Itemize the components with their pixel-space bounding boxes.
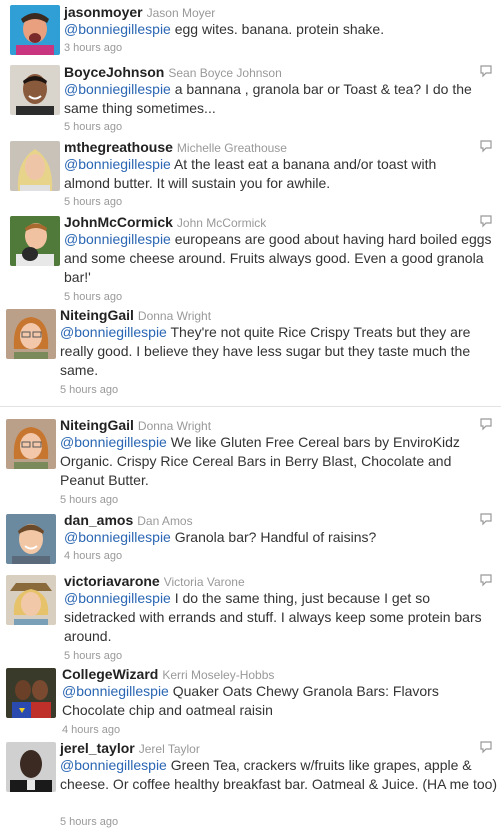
avatar[interactable] — [10, 65, 60, 115]
divider — [0, 406, 501, 407]
timestamp[interactable]: 5 hours ago — [60, 815, 118, 829]
timestamp[interactable]: 5 hours ago — [64, 120, 122, 134]
username-link[interactable]: jerel_taylor — [60, 740, 135, 756]
reply-icon[interactable] — [479, 417, 493, 431]
tweet-text: @bonniegillespie I do the same thing, ju… — [64, 589, 492, 646]
reply-icon[interactable] — [479, 740, 493, 754]
timestamp[interactable]: 5 hours ago — [60, 383, 118, 397]
tweet-text: @bonniegillespie Granola bar? Handful of… — [64, 528, 484, 547]
mention-link[interactable]: @bonniegillespie — [64, 529, 171, 545]
username-link[interactable]: JohnMcCormick — [64, 214, 173, 230]
reply-icon[interactable] — [479, 214, 493, 228]
real-name: Victoria Varone — [163, 575, 245, 589]
tweet-body: egg wites. banana. protein shake. — [170, 21, 385, 37]
tweet-text: @bonniegillespie a bannana , granola bar… — [64, 80, 496, 118]
reply-icon[interactable] — [479, 573, 493, 587]
avatar[interactable] — [6, 419, 56, 469]
real-name: Kerri Moseley-Hobbs — [162, 668, 275, 682]
real-name: John McCormick — [176, 216, 267, 230]
timestamp[interactable]: 5 hours ago — [64, 195, 122, 209]
avatar[interactable] — [10, 5, 60, 55]
tweet-text: @bonniegillespie Quaker Oats Chewy Grano… — [62, 682, 496, 720]
mention-link[interactable]: @bonniegillespie — [60, 434, 167, 450]
avatar[interactable] — [10, 216, 60, 266]
avatar[interactable] — [10, 141, 60, 191]
avatar[interactable] — [6, 309, 56, 359]
mention-link[interactable]: @bonniegillespie — [64, 231, 171, 247]
tweet-text: @bonniegillespie We like Gluten Free Cer… — [60, 433, 490, 490]
avatar[interactable] — [6, 575, 56, 625]
timestamp[interactable]: 5 hours ago — [64, 649, 122, 663]
username-link[interactable]: BoyceJohnson — [64, 64, 164, 80]
username-link[interactable]: CollegeWizard — [62, 666, 158, 682]
avatar[interactable] — [6, 514, 56, 564]
real-name: Donna Wright — [137, 419, 212, 433]
real-name: Jason Moyer — [146, 6, 216, 20]
timestamp[interactable]: 3 hours ago — [64, 41, 122, 55]
tweet-text: @bonniegillespie They're not quite Rice … — [60, 323, 500, 380]
username-link[interactable]: jasonmoyer — [64, 4, 143, 20]
reply-icon[interactable] — [479, 139, 493, 153]
tweet-body: Granola bar? Handful of raisins? — [170, 529, 377, 545]
real-name: Dan Amos — [137, 514, 193, 528]
timestamp[interactable]: 4 hours ago — [64, 549, 122, 563]
timestamp[interactable]: 4 hours ago — [62, 723, 120, 737]
mention-link[interactable]: @bonniegillespie — [64, 21, 171, 37]
username-link[interactable]: mthegreathouse — [64, 139, 173, 155]
reply-icon[interactable] — [479, 512, 493, 526]
mention-link[interactable]: @bonniegillespie — [60, 324, 167, 340]
mention-link[interactable]: @bonniegillespie — [64, 590, 171, 606]
mention-link[interactable]: @bonniegillespie — [64, 81, 171, 97]
real-name: Sean Boyce Johnson — [168, 66, 282, 80]
tweet-text: @bonniegillespie egg wites. banana. prot… — [64, 20, 494, 39]
mention-link[interactable]: @bonniegillespie — [64, 156, 171, 172]
tweet-text: @bonniegillespie europeans are good abou… — [64, 230, 496, 287]
avatar[interactable] — [6, 668, 56, 718]
mention-link[interactable]: @bonniegillespie — [60, 757, 167, 773]
username-link[interactable]: NiteingGail — [60, 307, 134, 323]
timestamp[interactable]: 5 hours ago — [64, 290, 122, 304]
real-name: Donna Wright — [137, 309, 212, 323]
tweet-text: @bonniegillespie Green Tea, crackers w/f… — [60, 756, 500, 794]
avatar[interactable] — [6, 742, 56, 792]
mention-link[interactable]: @bonniegillespie — [62, 683, 169, 699]
tweet-text: @bonniegillespie At the least eat a bana… — [64, 155, 484, 193]
real-name: Jerel Taylor — [138, 742, 200, 756]
timestamp[interactable]: 5 hours ago — [60, 493, 118, 507]
username-link[interactable]: NiteingGail — [60, 417, 134, 433]
real-name: Michelle Greathouse — [176, 141, 287, 155]
username-link[interactable]: victoriavarone — [64, 573, 160, 589]
username-link[interactable]: dan_amos — [64, 512, 133, 528]
reply-icon[interactable] — [479, 64, 493, 78]
